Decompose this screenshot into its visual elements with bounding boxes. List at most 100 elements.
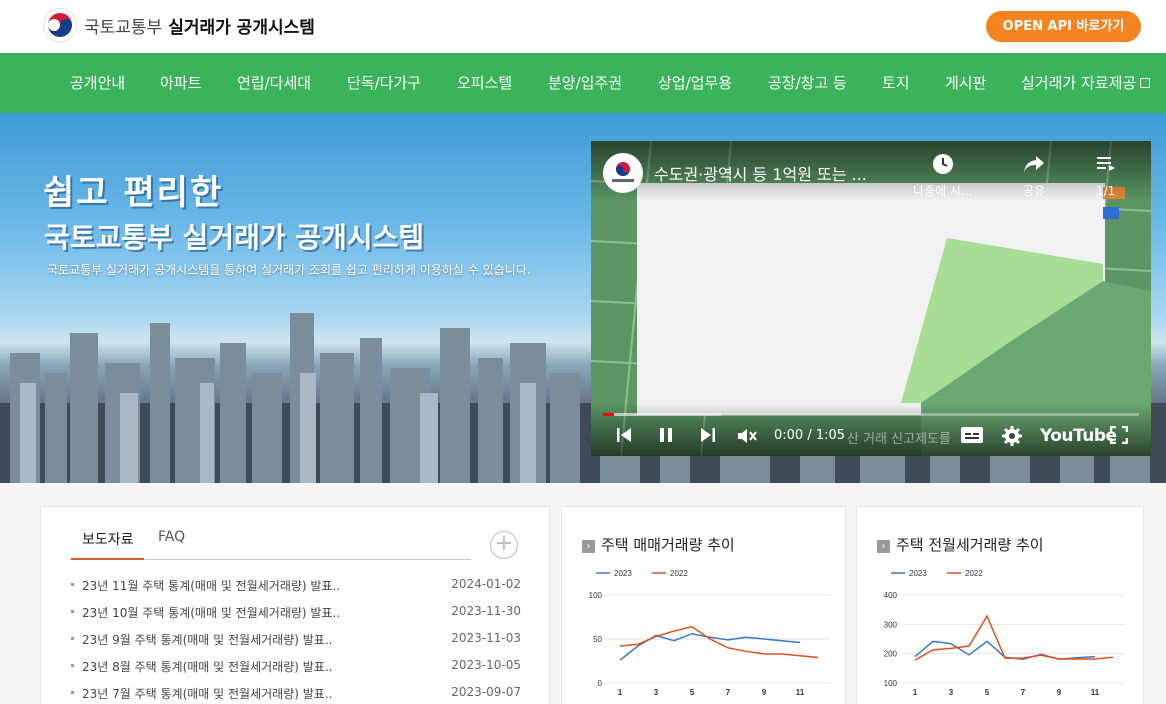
nav-item-data-service-label: 실거래가 자료제공 — [1021, 74, 1137, 92]
watch-later-label: 나중에 시... — [913, 184, 973, 198]
video-progress-bar[interactable] — [603, 413, 1139, 416]
clock-icon — [932, 154, 953, 174]
bullet-icon — [71, 583, 74, 586]
y-tick-label: 100 — [589, 591, 603, 600]
sales-volume-panel: › 주택 매매거래량 추이 2023 2022 0 50 100 1 3 5 7 9 11 — [561, 506, 846, 704]
news-title: 23년 8월 주택 통계(매매 및 전월세거래량) 발표.. — [82, 660, 333, 674]
list-item[interactable]: 23년 9월 주택 통계(매매 및 전월세거래량) 발표.. 2023-11-0… — [71, 629, 521, 649]
share-icon — [1024, 156, 1045, 172]
y-tick-label: 0 — [598, 679, 603, 688]
x-tick-label: 7 — [726, 688, 731, 697]
video-progress-fill — [603, 413, 614, 416]
y-tick-label: 50 — [593, 635, 602, 644]
bullet-icon — [71, 610, 74, 613]
rent-volume-chart: 2023 2022 100 200 300 400 1 3 5 7 9 11 — [884, 569, 1125, 697]
fullscreen-icon[interactable] — [1110, 426, 1128, 444]
x-tick-label: 5 — [985, 688, 990, 697]
tab-faq[interactable]: FAQ — [158, 529, 185, 545]
x-tick-label: 1 — [913, 688, 918, 697]
x-tick-label: 7 — [1021, 688, 1026, 697]
video-time: 0:00 / 1:05 — [774, 428, 846, 443]
x-tick-label: 3 — [654, 688, 659, 697]
active-tab-indicator — [71, 558, 144, 560]
pause-icon[interactable] — [657, 426, 675, 444]
rent-volume-panel: › 주택 전월세거래량 추이 2023 2022 100 200 300 400 1 3 5 7 9 1… — [856, 506, 1144, 704]
nav-item-apartment[interactable]: 아파트 — [160, 53, 201, 113]
main-nav: 공개안내 아파트 연립/다세대 단독/다가구 오피스텔 분양/입주권 상업/업무… — [0, 53, 1166, 113]
nav-item-commercial[interactable]: 상업/업무용 — [658, 53, 732, 113]
legend-label: 2022 — [670, 569, 688, 578]
sales-chart-title-text: 주택 매매거래량 추이 — [601, 536, 735, 554]
list-item[interactable]: 23년 11월 주택 통계(매매 및 전월세거래량) 발표.. 2024-01-… — [71, 575, 521, 595]
news-title: 23년 9월 주택 통계(매매 및 전월세거래량) 발표.. — [82, 633, 333, 647]
news-title: 23년 7월 주택 통계(매매 및 전월세거래량) 발표.. — [82, 687, 333, 701]
nav-item-presale[interactable]: 분양/입주권 — [548, 53, 622, 113]
captions-icon[interactable] — [960, 426, 984, 444]
y-tick-label: 200 — [884, 650, 898, 659]
government-emblem-icon — [44, 9, 76, 41]
y-tick-label: 300 — [884, 620, 898, 629]
settings-gear-icon[interactable] — [1002, 426, 1022, 446]
video-title[interactable]: 수도권·광역시 등 1억원 또는 ... — [654, 161, 867, 185]
watch-later-button[interactable]: 나중에 시... — [913, 153, 972, 199]
bullet-icon — [71, 637, 74, 640]
site-logo[interactable]: 국토교통부 실거래가 공개시스템 — [44, 9, 315, 41]
legend-label: 2023 — [614, 569, 632, 578]
x-tick-label: 5 — [690, 688, 695, 697]
playlist-button[interactable] — [1096, 153, 1116, 176]
external-link-icon — [1140, 78, 1151, 88]
x-tick-label: 9 — [1057, 688, 1062, 697]
list-item[interactable]: 23년 8월 주택 통계(매매 및 전월세거래량) 발표.. 2023-10-0… — [71, 656, 521, 676]
share-button[interactable]: 공유 — [1023, 153, 1045, 199]
youtube-video-player[interactable]: 수도권·광역시 등 1억원 또는 ... 나중에 시... 공유 1/1 0:0… — [591, 141, 1151, 456]
open-api-button[interactable]: OPEN API 바로가기 — [986, 11, 1141, 42]
news-date: 2023-11-03 — [451, 631, 521, 645]
top-header: 국토교통부 실거래가 공개시스템 OPEN API 바로가기 — [0, 0, 1166, 53]
nav-item-data-service[interactable]: 실거래가 자료제공 — [1021, 53, 1151, 113]
more-plus-button[interactable]: + — [490, 531, 518, 559]
news-title: 23년 11월 주택 통계(매매 및 전월세거래량) 발표.. — [82, 579, 341, 593]
playlist-count: 1/1 — [1096, 184, 1116, 198]
nav-item-factory[interactable]: 공장/창고 등 — [768, 53, 847, 113]
hero-description: 국토교통부 실거래가 공개시스템을 통하여 실거래가 조회를 쉽고 편리하게 이… — [47, 263, 531, 277]
news-panel: 보도자료 FAQ + 23년 11월 주택 통계(매매 및 전월세거래량) 발표… — [40, 506, 550, 704]
nav-item-guide[interactable]: 공개안내 — [70, 53, 125, 113]
legend-label: 2023 — [909, 569, 927, 578]
mute-icon[interactable] — [736, 426, 758, 446]
nav-item-row-house[interactable]: 연립/다세대 — [237, 53, 311, 113]
tab-press-release[interactable]: 보도자료 — [82, 529, 134, 549]
x-tick-label: 3 — [949, 688, 954, 697]
rent-chart-title-text: 주택 전월세거래량 추이 — [896, 536, 1044, 554]
y-tick-label: 400 — [884, 591, 898, 600]
arrow-right-icon: › — [582, 540, 595, 553]
rent-chart-title[interactable]: › 주택 전월세거래량 추이 — [877, 534, 1044, 555]
news-date: 2023-10-05 — [451, 658, 521, 672]
legend-label: 2022 — [965, 569, 983, 578]
playlist-icon — [1097, 157, 1115, 171]
sales-volume-chart: 2023 2022 0 50 100 1 3 5 7 9 11 — [589, 569, 830, 697]
hero-title-line1: 쉽고 편리한 — [43, 173, 224, 213]
next-icon[interactable] — [699, 426, 717, 444]
bullet-icon — [71, 664, 74, 667]
news-date: 2023-09-07 — [451, 685, 521, 699]
news-date: 2024-01-02 — [451, 577, 521, 591]
list-item[interactable]: 23년 10월 주택 통계(매매 및 전월세거래량) 발표.. 2023-11-… — [71, 602, 521, 622]
nav-item-detached-house[interactable]: 단독/다가구 — [347, 53, 421, 113]
youtube-logo[interactable]: YouTube — [1040, 426, 1117, 446]
y-tick-label: 100 — [884, 679, 898, 688]
nav-item-officetel[interactable]: 오피스텔 — [457, 53, 512, 113]
bullet-icon — [71, 691, 74, 694]
x-tick-label: 1 — [618, 688, 623, 697]
list-item[interactable]: 23년 7월 주택 통계(매매 및 전월세거래량) 발표.. 2023-09-0… — [71, 683, 521, 703]
news-title: 23년 10월 주택 통계(매매 및 전월세거래량) 발표.. — [82, 606, 341, 620]
nav-item-land[interactable]: 토지 — [882, 53, 910, 113]
sales-chart-title[interactable]: › 주택 매매거래량 추이 — [582, 534, 735, 555]
nav-item-board[interactable]: 게시판 — [945, 53, 986, 113]
hero-title-line2: 국토교통부 실거래가 공개시스템 — [44, 221, 425, 254]
org-name: 국토교통부 — [84, 17, 163, 38]
channel-avatar[interactable] — [603, 153, 643, 193]
video-buffer-fill — [603, 413, 721, 416]
x-tick-label: 11 — [796, 688, 805, 697]
previous-icon[interactable] — [615, 426, 633, 444]
news-date: 2023-11-30 — [451, 604, 521, 618]
